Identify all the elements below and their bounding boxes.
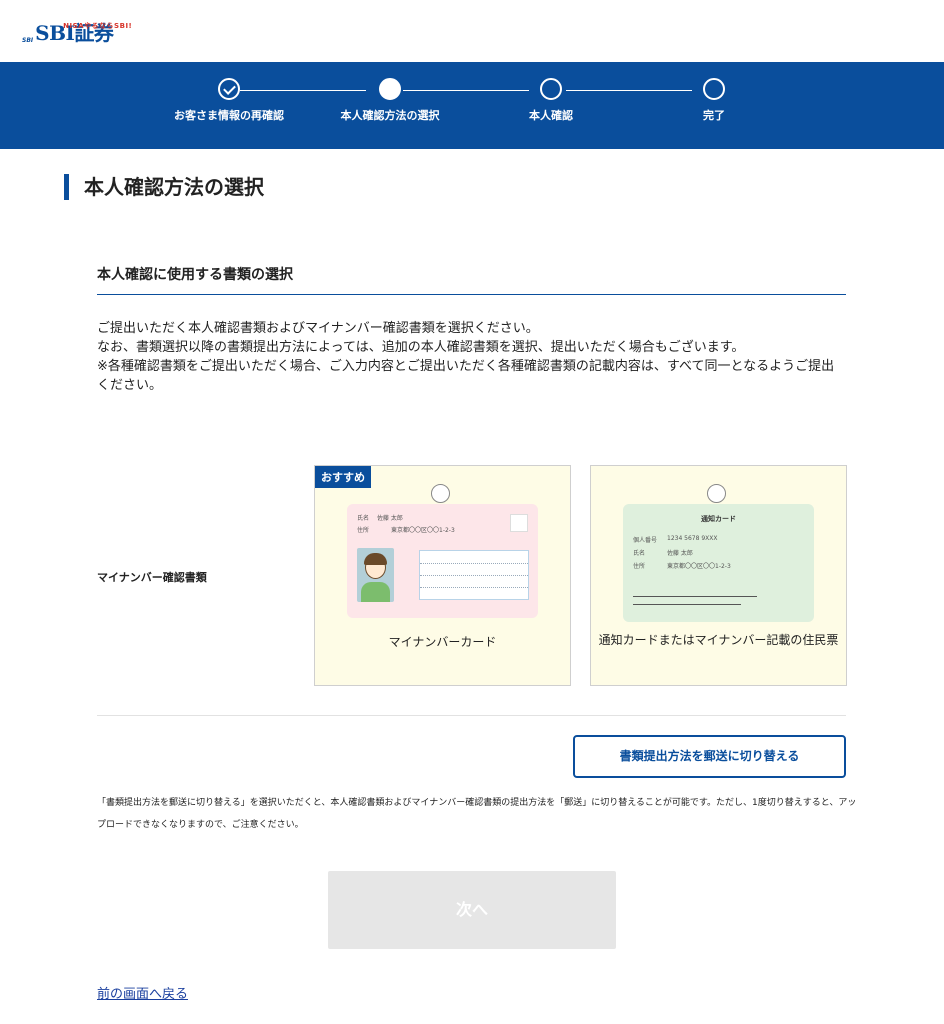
illus-addr-val: 東京都〇〇区〇〇1-2-3 — [391, 527, 455, 534]
mynumber-doc-label: マイナンバー確認書類 — [97, 571, 207, 584]
divider — [97, 715, 846, 716]
switch-note: 「書類提出方法を郵送に切り替える」を選択いただくと、本人確認書類およびマイナンバ… — [97, 798, 857, 830]
current-step-icon — [379, 78, 401, 100]
step-label: 本人確認方法の選択 — [340, 109, 440, 122]
step-label: 完了 — [703, 109, 725, 122]
description-line: なお、書類選択以降の書類提出方法によっては、追加の本人確認書類を選択、提出いただ… — [97, 340, 745, 355]
step-3: 本人確認 — [471, 78, 631, 123]
pending-step-icon — [540, 78, 562, 100]
step-label: お客さま情報の再確認 — [174, 109, 284, 122]
description-line: ご提出いただく本人確認書類およびマイナンバー確認書類を選択ください。 — [97, 321, 539, 336]
notification-card-illustration: 通知カード 個人番号 1234 5678 9XXX 氏名 佐藤 太郎 住所 東京… — [623, 504, 814, 622]
sbi-logo[interactable]: SBI NISAやるならSBI! SBI証券 — [22, 10, 132, 44]
pending-step-icon — [703, 78, 725, 100]
card-info-box — [419, 550, 529, 600]
logo-nisa-tagline: NISAやるならSBI! — [63, 22, 133, 30]
illus-addr-key: 住所 — [633, 563, 646, 570]
radio-button[interactable] — [431, 484, 450, 503]
next-button[interactable]: 次へ — [328, 871, 616, 949]
illus-title: 通知カード — [701, 515, 736, 523]
illus-name-key: 氏名 — [633, 550, 646, 557]
back-link[interactable]: 前の画面へ戻る — [97, 983, 188, 1002]
switch-to-mail-button[interactable]: 書類提出方法を郵送に切り替える — [573, 735, 846, 778]
illus-addr-val: 東京都〇〇区〇〇1-2-3 — [667, 563, 731, 570]
illus-name-key: 氏名 — [357, 515, 370, 522]
recommended-badge: おすすめ — [315, 466, 371, 488]
illus-num-key: 個人番号 — [633, 537, 658, 544]
illus-name-val: 佐藤 太郎 — [377, 515, 403, 522]
check-circle-icon — [218, 78, 240, 100]
mynumber-card-illustration: 氏名 佐藤 太郎 住所 東京都〇〇区〇〇1-2-3 — [347, 504, 538, 618]
logo-group-mark: SBI — [22, 37, 34, 44]
person-photo-icon — [357, 548, 394, 602]
illus-line — [633, 604, 741, 605]
illus-addr-key: 住所 — [357, 527, 370, 534]
option-caption-text: 通知カードまたはマイナンバー記載の住民票 — [598, 633, 839, 647]
illus-line — [633, 596, 757, 597]
option-caption: マイナンバーカード — [388, 635, 497, 649]
option-caption: 通知カードまたはマイナンバー記載の住民票 — [591, 628, 846, 652]
step-label: 本人確認 — [529, 109, 573, 122]
step-1: お客さま情報の再確認 — [149, 78, 309, 123]
step-4: 完了 — [634, 78, 794, 123]
radio-button[interactable] — [707, 484, 726, 503]
step-2: 本人確認方法の選択 — [310, 78, 470, 123]
description-line: ※各種確認書類をご提出いただく場合、ご入力内容とご提出いただく各種確認書類の記載… — [97, 359, 835, 393]
page-title: 本人確認方法の選択 — [64, 174, 264, 200]
description: ご提出いただく本人確認書類およびマイナンバー確認書類を選択ください。 なお、書類… — [97, 319, 847, 395]
option-notification-card[interactable]: 通知カード 個人番号 1234 5678 9XXX 氏名 佐藤 太郎 住所 東京… — [590, 465, 847, 686]
section-heading: 本人確認に使用する書類の選択 — [97, 264, 846, 295]
illus-name-val: 佐藤 太郎 — [667, 550, 693, 557]
card-chip — [510, 514, 528, 532]
progress-steps: お客さま情報の再確認 本人確認方法の選択 本人確認 完了 — [0, 62, 944, 149]
illus-num-val: 1234 5678 9XXX — [667, 535, 718, 542]
option-mynumber-card[interactable]: おすすめ 氏名 佐藤 太郎 住所 東京都〇〇区〇〇1-2-3 マイナンバーカード — [314, 465, 571, 686]
